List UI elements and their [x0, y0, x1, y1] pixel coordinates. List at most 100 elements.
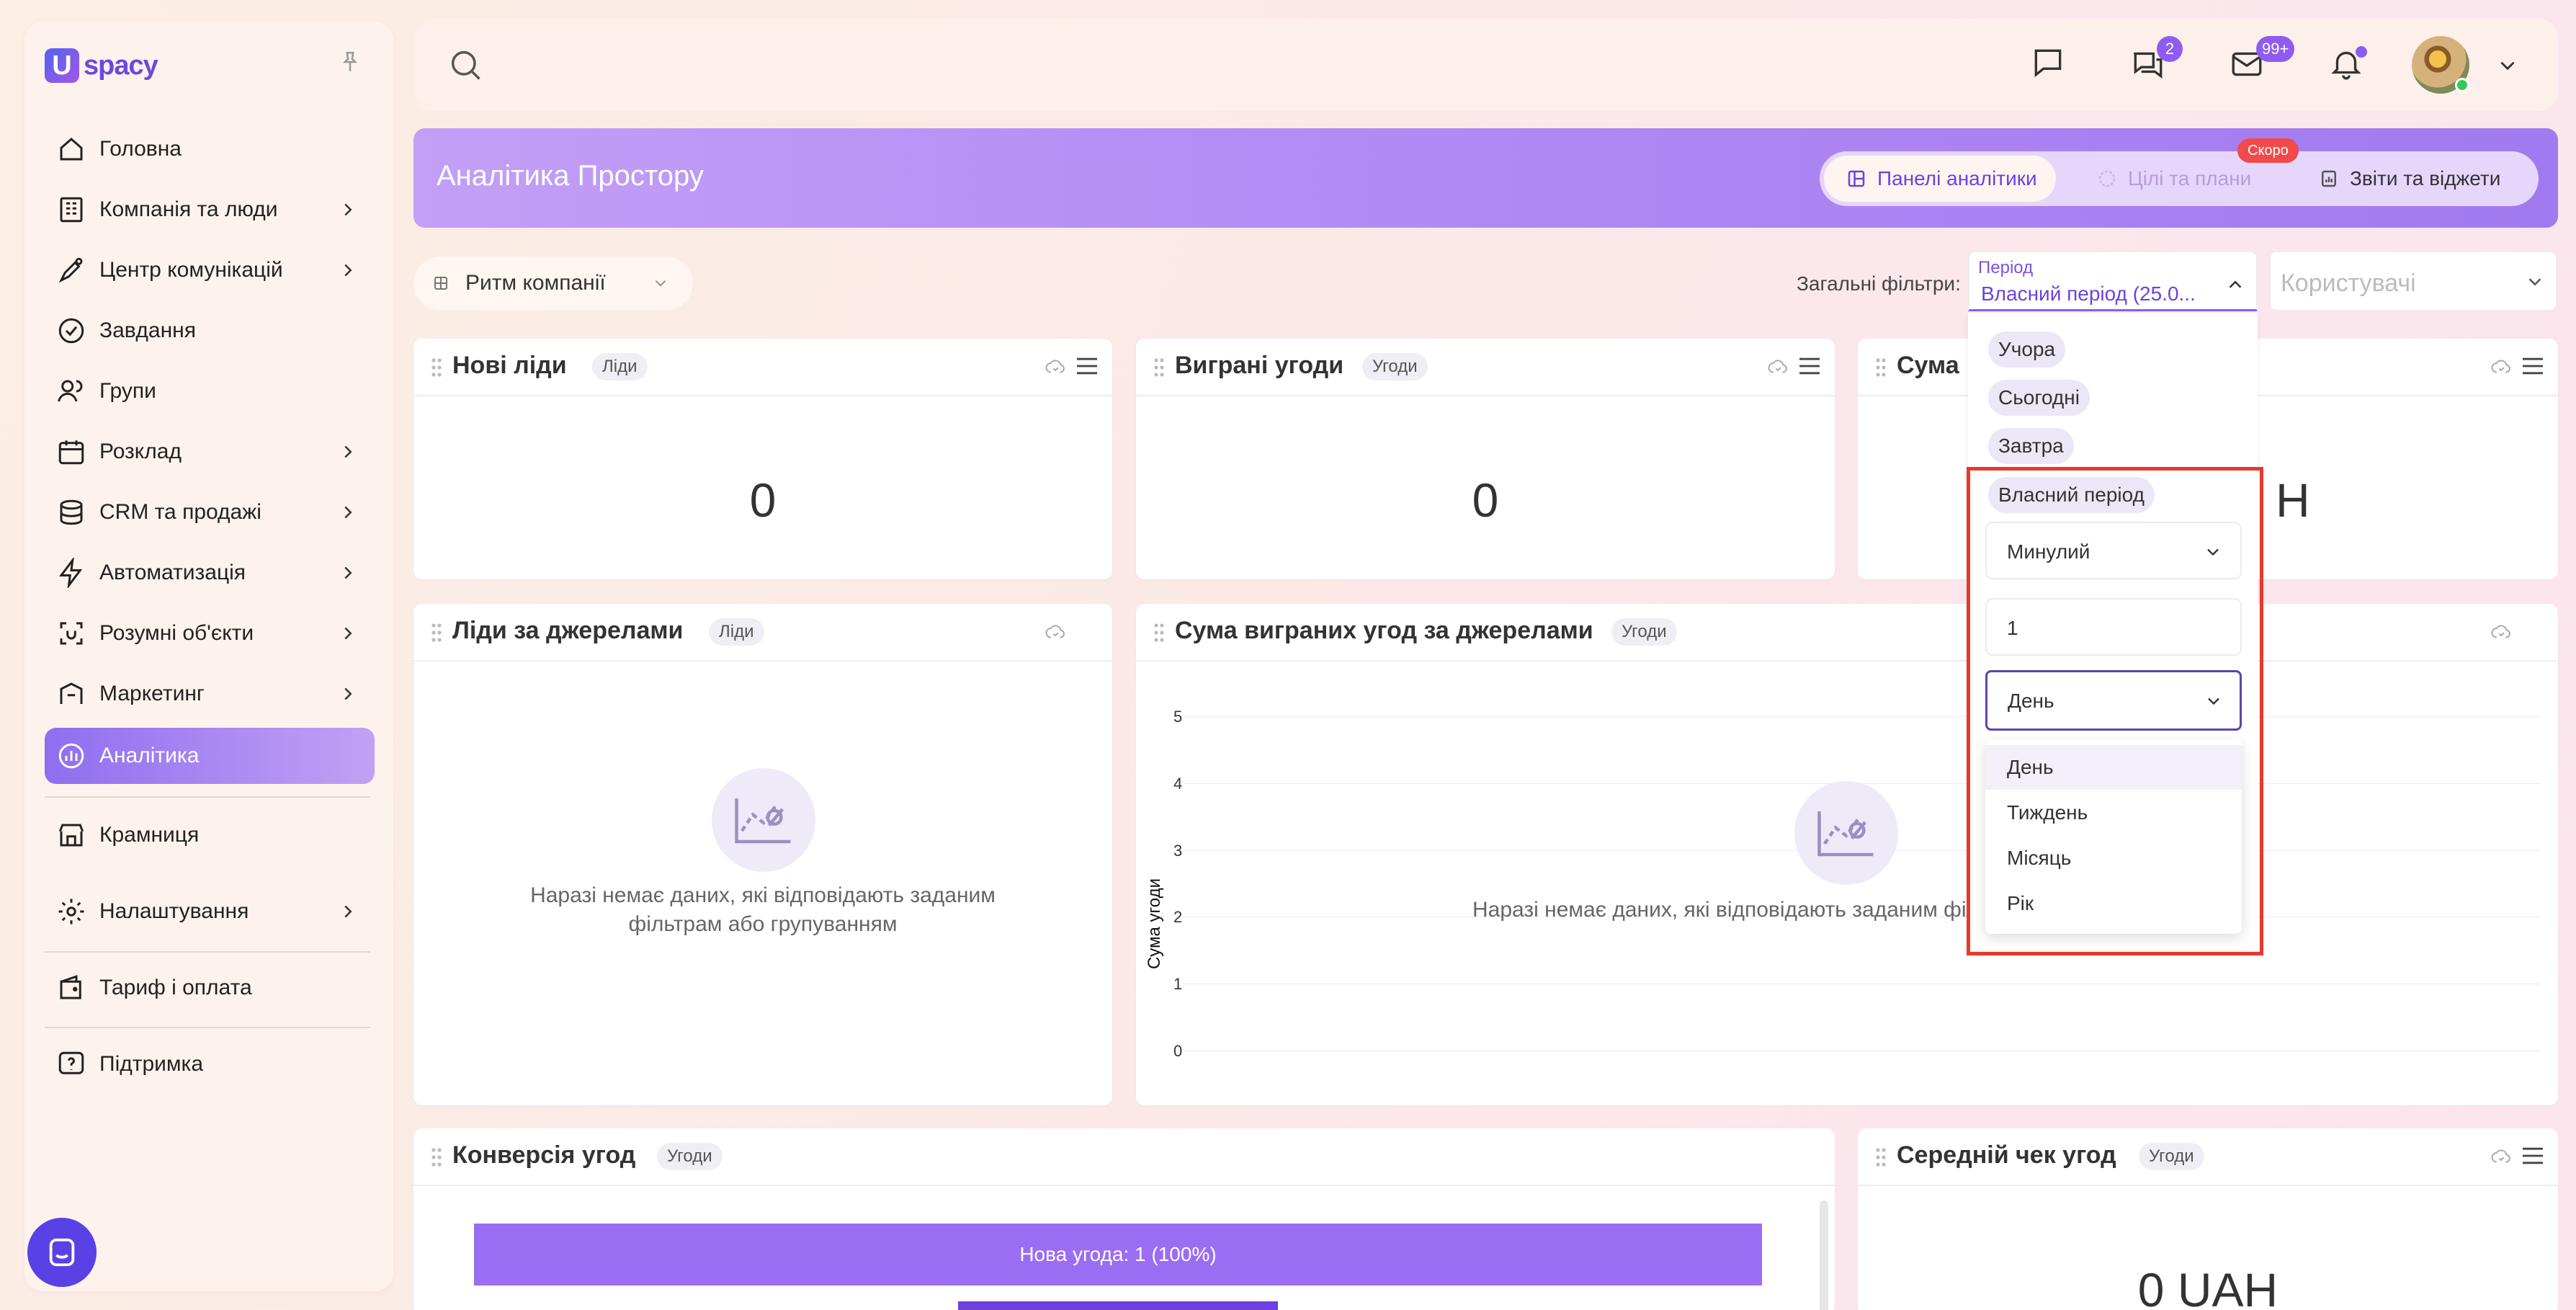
chart-ylabel: Сума угоди	[1145, 878, 1164, 970]
drag-handle-icon[interactable]	[1152, 357, 1166, 378]
widget-value: Н	[2276, 473, 2310, 527]
sidebar-item-tasks[interactable]: Завдання	[45, 303, 375, 359]
tab-label: Звіти та віджети	[2350, 167, 2501, 190]
empty-chart-icon	[712, 768, 815, 872]
unit-option[interactable]: Місяць	[1985, 836, 2242, 881]
cloud-sync-icon[interactable]	[2489, 356, 2513, 378]
unit-select[interactable]: День	[1985, 670, 2242, 731]
users-filter[interactable]: Користувачі	[2269, 251, 2557, 311]
widget-tag: Угоди	[2139, 1143, 2204, 1170]
sidebar-item-label: Маркетинг	[99, 682, 205, 705]
preset-custom-period[interactable]: Власний період	[1988, 477, 2155, 513]
chevron-right-icon	[336, 899, 360, 924]
menu-icon[interactable]	[1797, 356, 1822, 376]
logo-text: spacy	[84, 50, 158, 81]
funnel-stage-bar-next[interactable]	[958, 1301, 1278, 1310]
chevron-right-icon	[336, 682, 360, 706]
widget-tag: Ліди	[592, 353, 648, 380]
sidebar-item-support[interactable]: Підтримка	[45, 1036, 375, 1092]
period-value: Власний період (25.0...	[1981, 282, 2196, 305]
sidebar-item-home[interactable]: Головна	[45, 121, 375, 177]
sidebar-item-analytics[interactable]: Аналітика	[45, 728, 375, 784]
tab-label: Панелі аналітики	[1877, 167, 2037, 190]
widget-won-deals: Виграні угоди Угоди 0	[1136, 339, 1835, 579]
dashboard-select[interactable]: Ритм компанії	[413, 257, 693, 310]
drag-handle-icon[interactable]	[429, 623, 444, 643]
unit-option[interactable]: День	[1985, 745, 2242, 790]
sidebar-item-automation[interactable]: Автоматизація	[45, 545, 375, 601]
cloud-sync-icon[interactable]	[1043, 356, 1068, 378]
filters-label: Загальні фільтри:	[1797, 272, 1961, 295]
chart-ytick-label: 1	[1173, 975, 1183, 994]
sidebar-item-label: Аналітика	[99, 744, 200, 767]
chart-ytick-label: 0	[1173, 1042, 1183, 1060]
widget-tag: Угоди	[657, 1143, 723, 1170]
page-title: Аналітика Простору	[437, 160, 704, 192]
period-filter[interactable]: Період Власний період (25.0...	[1968, 251, 2258, 311]
preset-yesterday[interactable]: Учора	[1988, 331, 2066, 367]
chevron-down-icon	[2204, 691, 2224, 711]
tab-reports-widgets[interactable]: Звіти та віджети	[2302, 156, 2534, 202]
sidebar-item-wallet[interactable]: Тариф і оплата	[45, 960, 375, 1016]
menu-icon[interactable]	[2521, 1146, 2545, 1166]
drag-handle-icon[interactable]	[429, 357, 444, 378]
app-logo[interactable]: U spacy	[45, 46, 158, 85]
sidebar-item-label: Центр комунікацій	[99, 258, 283, 282]
store-icon	[53, 817, 89, 853]
drag-handle-icon[interactable]	[1874, 357, 1888, 378]
direction-select[interactable]: Минулий	[1985, 522, 2242, 579]
drag-handle-icon[interactable]	[1874, 1147, 1888, 1167]
sidebar-item-crm[interactable]: CRM та продажі	[45, 484, 375, 540]
widget-title: Виграні угоди	[1175, 352, 1344, 379]
support-icon	[53, 1046, 89, 1082]
crm-icon	[53, 494, 89, 530]
tab-label: Цілі та плани	[2128, 167, 2252, 190]
chart-ytick-label: 4	[1173, 774, 1183, 793]
header-tabs: Панелі аналітики Цілі та плани Скоро Зві…	[1820, 138, 2539, 206]
sidebar-item-store[interactable]: Крамниця	[45, 807, 375, 863]
widget-tag: Угоди	[1362, 353, 1428, 380]
automation-icon	[53, 555, 89, 591]
chevron-right-icon	[336, 440, 360, 464]
support-chat-button[interactable]	[27, 1218, 97, 1287]
mail-badge: 99+	[2256, 36, 2295, 62]
sidebar-item-calendar[interactable]: Розклад	[45, 424, 375, 480]
smart-objects-icon	[53, 615, 89, 651]
empty-state-text: Наразі немає даних, які відповідають зад…	[530, 883, 996, 907]
amount-input[interactable]: 1	[1985, 598, 2242, 656]
unit-option[interactable]: Тиждень	[1985, 790, 2242, 835]
cloud-sync-icon[interactable]	[1043, 621, 1068, 643]
preset-today[interactable]: Сьогодні	[1988, 380, 2090, 416]
menu-icon[interactable]	[1075, 356, 1099, 376]
preset-tomorrow[interactable]: Завтра	[1988, 428, 2074, 464]
sidebar-item-label: Розклад	[99, 440, 182, 463]
pin-icon[interactable]	[333, 45, 367, 79]
widget-average-check: Середній чек угод Угоди 0 UAH	[1858, 1128, 2558, 1310]
direction-value: Минулий	[2007, 540, 2090, 563]
unit-option[interactable]: Рік	[1985, 881, 2242, 926]
search-icon[interactable]	[447, 46, 484, 84]
sidebar-item-groups[interactable]: Групи	[45, 363, 375, 419]
sidebar-item-smart-objects[interactable]: Розумні об'єкти	[45, 605, 375, 661]
widget-won-sum-by-source: Сума виграних угод за джерелами Угоди 01…	[1136, 604, 2558, 1105]
cloud-sync-icon[interactable]	[2489, 1146, 2513, 1167]
sidebar-item-communications[interactable]: Центр комунікацій	[45, 242, 375, 298]
message-icon[interactable]	[2030, 45, 2066, 81]
funnel-stage-bar[interactable]: Нова угода: 1 (100%)	[474, 1224, 1762, 1286]
widget-title: Ліди за джерелами	[452, 617, 684, 644]
marketing-icon	[53, 676, 89, 712]
scrollbar[interactable]	[1820, 1200, 1828, 1310]
sidebar-item-settings[interactable]: Налаштування	[45, 883, 375, 940]
grid-icon	[432, 275, 450, 292]
online-status-dot	[2455, 78, 2469, 92]
sidebar-item-company[interactable]: Компанія та люди	[45, 182, 375, 238]
sidebar-item-marketing[interactable]: Маркетинг	[45, 666, 375, 722]
menu-icon[interactable]	[2521, 356, 2545, 376]
drag-handle-icon[interactable]	[429, 1147, 444, 1167]
widget-leads-by-source: Ліди за джерелами Ліди Наразі немає дани…	[413, 604, 1112, 1105]
cloud-sync-icon[interactable]	[1766, 356, 1790, 378]
chevron-down-icon[interactable]	[2495, 53, 2520, 78]
tab-analytics-panels[interactable]: Панелі аналітики	[1824, 156, 2056, 202]
empty-state-text: Наразі немає даних, які відповідають зад…	[1472, 898, 1980, 922]
widget-value: 0	[749, 473, 777, 527]
